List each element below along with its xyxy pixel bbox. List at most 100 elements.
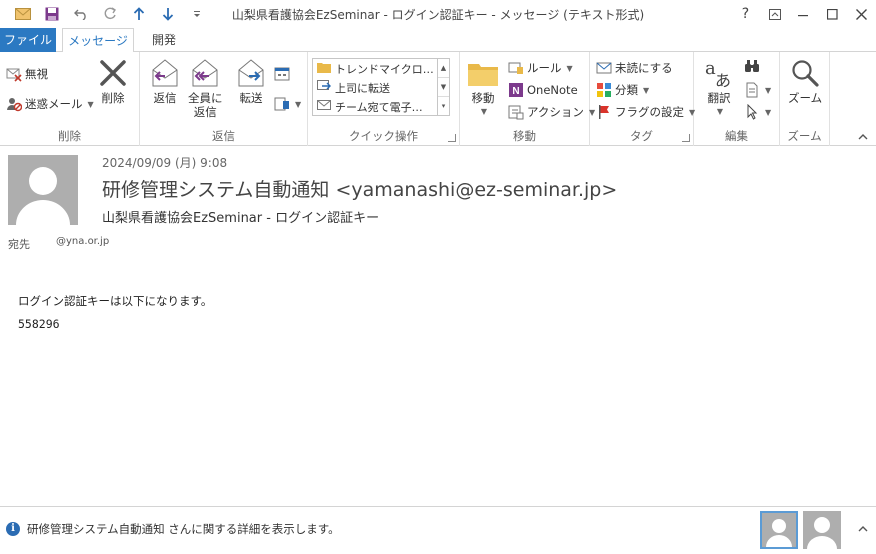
delete-label: 削除 xyxy=(101,91,125,105)
undo-icon[interactable] xyxy=(66,4,95,24)
reply-button[interactable]: 返信 xyxy=(148,56,182,105)
chevron-down-icon: ▼ xyxy=(566,63,573,73)
reply-all-label-1: 全員に xyxy=(188,91,223,105)
team-email-icon xyxy=(317,99,331,114)
group-quick-steps: トレンドマイクロ… 上司に転送 チーム宛て電子… ▲ ▼ ▾ クイック操作 xyxy=(308,52,460,146)
group-label-respond: 返信 xyxy=(212,129,235,143)
delete-icon xyxy=(96,56,130,90)
categorize-label: 分類 xyxy=(615,83,638,97)
chevron-down-icon: ▼ xyxy=(765,85,772,95)
select-button[interactable]: ▼ xyxy=(744,104,771,120)
people-thumbnail[interactable] xyxy=(803,511,841,549)
message-sender[interactable]: 研修管理システム自動通知 <yamanashi@ez-seminar.jp> xyxy=(102,175,617,202)
svg-text:あ: あ xyxy=(715,71,731,88)
categorize-button[interactable]: 分類 ▼ xyxy=(596,82,649,98)
quick-step-label: 上司に転送 xyxy=(335,81,390,95)
message-body-line: ログイン認証キーは以下になります。 xyxy=(18,294,213,308)
tab-file[interactable]: ファイル xyxy=(0,28,56,52)
svg-text:N: N xyxy=(512,86,519,97)
forward-manager-icon xyxy=(317,80,331,95)
actions-button[interactable]: アクション ▼ xyxy=(508,104,595,120)
follow-up-button[interactable]: フラグの設定 ▼ xyxy=(596,104,695,120)
junk-label: 迷惑メール xyxy=(25,97,83,111)
quick-step-item[interactable]: チーム宛て電子… xyxy=(313,97,449,116)
rules-icon xyxy=(508,60,524,76)
group-label-quick-steps: クイック操作 xyxy=(349,129,418,143)
previous-item-icon[interactable] xyxy=(124,4,153,24)
chevron-down-icon: ▼ xyxy=(87,99,94,109)
find-button[interactable] xyxy=(744,58,760,74)
onenote-button[interactable]: N OneNote xyxy=(508,82,578,98)
actions-label: アクション xyxy=(527,105,584,119)
translate-label: 翻訳 xyxy=(707,91,731,105)
zoom-label: ズーム xyxy=(788,91,823,105)
rules-label: ルール xyxy=(527,61,562,75)
people-pane-info[interactable]: 研修管理システム自動通知 さんに関する詳細を表示します。 xyxy=(27,521,340,537)
maximize-button[interactable] xyxy=(818,0,847,28)
rules-button[interactable]: ルール ▼ xyxy=(508,60,573,76)
magnifier-icon xyxy=(788,56,822,90)
redo-icon[interactable] xyxy=(95,4,124,24)
message-subject: 山梨県看護協会EzSeminar - ログイン認証キー xyxy=(102,211,380,226)
forward-button[interactable]: 転送 xyxy=(234,56,268,105)
group-move: 移動 ▼ ルール ▼ N OneNote アクション ▼ 移動 xyxy=(460,52,595,146)
dialog-launcher-icon[interactable] xyxy=(682,134,690,142)
ignore-icon xyxy=(6,66,22,82)
chevron-down-icon: ▼ xyxy=(716,107,724,116)
minimize-button[interactable] xyxy=(789,0,818,28)
follow-up-label: フラグの設定 xyxy=(615,105,684,119)
message-date: 2024/09/09 (月) 9:08 xyxy=(102,156,228,170)
binoculars-icon xyxy=(744,58,760,74)
dialog-launcher-icon[interactable] xyxy=(448,134,456,142)
expand-people-pane-icon[interactable] xyxy=(858,524,868,535)
quick-steps-scrollbar[interactable]: ▲ ▼ ▾ xyxy=(437,59,449,115)
move-folder-icon xyxy=(466,56,500,90)
save-icon[interactable] xyxy=(37,4,66,24)
quick-step-item[interactable]: トレンドマイクロ… xyxy=(313,59,449,78)
group-zoom: ズーム ズーム xyxy=(780,52,830,146)
reply-all-icon xyxy=(188,56,222,90)
mark-unread-label: 未読にする xyxy=(615,61,673,75)
junk-button[interactable]: 迷惑メール ▼ xyxy=(6,96,94,112)
zoom-button[interactable]: ズーム xyxy=(788,56,822,105)
forward-icon xyxy=(234,56,268,90)
chevron-down-icon: ▼ xyxy=(765,107,772,117)
customize-qat-icon[interactable] xyxy=(182,4,211,24)
mail-icon[interactable] xyxy=(8,4,37,24)
reply-all-button[interactable]: 全員に 返信 xyxy=(188,56,223,119)
sender-avatar[interactable] xyxy=(8,155,78,225)
related-button[interactable]: ▼ xyxy=(744,82,771,98)
close-button[interactable] xyxy=(847,0,876,28)
collapse-ribbon-icon[interactable] xyxy=(858,132,868,143)
more-respond-button[interactable]: ▼ xyxy=(274,96,301,112)
forward-label: 転送 xyxy=(239,91,263,105)
tab-message[interactable]: メッセージ xyxy=(62,28,134,53)
mark-unread-button[interactable]: 未読にする xyxy=(596,60,673,76)
tab-developer[interactable]: 開発 xyxy=(140,28,188,52)
delete-button[interactable]: 削除 xyxy=(96,56,130,105)
title-bar: 山梨県看護協会EzSeminar - ログイン認証キー - メッセージ (テキス… xyxy=(0,0,876,28)
meeting-reply-button[interactable] xyxy=(274,66,290,82)
quick-steps-gallery: トレンドマイクロ… 上司に転送 チーム宛て電子… ▲ ▼ ▾ xyxy=(312,58,450,116)
people-thumbnail-selected[interactable] xyxy=(760,511,798,549)
scroll-down-icon[interactable]: ▼ xyxy=(438,78,449,97)
meeting-icon xyxy=(274,66,290,82)
ribbon-tabs: ファイル メッセージ 開発 xyxy=(0,28,876,53)
quick-step-label: チーム宛て電子… xyxy=(335,100,423,114)
translate-button[interactable]: aあ 翻訳 ▼ xyxy=(702,56,736,119)
ignore-button[interactable]: 無視 xyxy=(6,66,48,82)
expand-gallery-icon[interactable]: ▾ xyxy=(438,97,449,115)
scroll-up-icon[interactable]: ▲ xyxy=(438,59,449,78)
quick-access-toolbar xyxy=(8,4,211,24)
help-button[interactable]: ? xyxy=(731,0,760,28)
translate-icon: aあ xyxy=(702,56,736,90)
chevron-down-icon: ▼ xyxy=(295,99,302,109)
move-button[interactable]: 移動 ▼ xyxy=(466,56,500,119)
next-item-icon[interactable] xyxy=(153,4,182,24)
group-editing: aあ 翻訳 ▼ ▼ ▼ 編集 xyxy=(694,52,780,146)
onenote-icon: N xyxy=(508,82,524,98)
to-recipient[interactable]: @yna.or.jp xyxy=(56,236,109,247)
quick-step-item[interactable]: 上司に転送 xyxy=(313,78,449,97)
ribbon-display-button[interactable] xyxy=(760,0,789,28)
group-label-delete: 削除 xyxy=(58,129,81,143)
